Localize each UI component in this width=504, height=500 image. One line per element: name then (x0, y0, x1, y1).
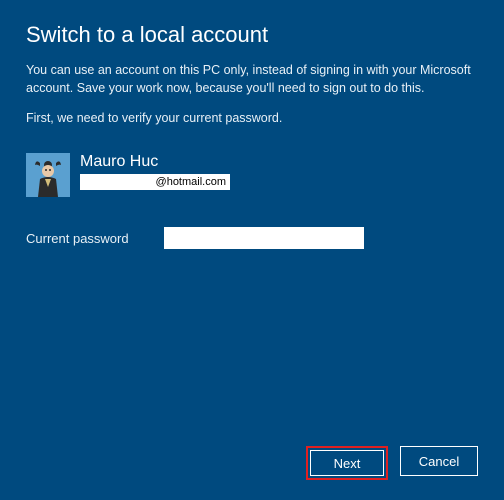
user-info: Mauro Huc @hotmail.com (80, 153, 230, 190)
button-bar: Next Cancel (306, 446, 478, 480)
password-input[interactable] (164, 227, 364, 249)
email-domain: @hotmail.com (156, 176, 226, 188)
avatar-icon (26, 153, 70, 197)
page-title: Switch to a local account (26, 22, 478, 48)
password-label: Current password (26, 231, 146, 246)
cancel-button[interactable]: Cancel (400, 446, 478, 476)
user-name: Mauro Huc (80, 153, 230, 171)
next-highlight: Next (306, 446, 388, 480)
user-email: @hotmail.com (80, 174, 230, 190)
next-button[interactable]: Next (310, 450, 384, 476)
user-row: Mauro Huc @hotmail.com (26, 153, 478, 197)
verify-text: First, we need to verify your current pa… (26, 111, 478, 125)
avatar (26, 153, 70, 197)
password-row: Current password (26, 227, 478, 249)
dialog-content: Switch to a local account You can use an… (0, 0, 504, 249)
description-text: You can use an account on this PC only, … (26, 62, 478, 97)
